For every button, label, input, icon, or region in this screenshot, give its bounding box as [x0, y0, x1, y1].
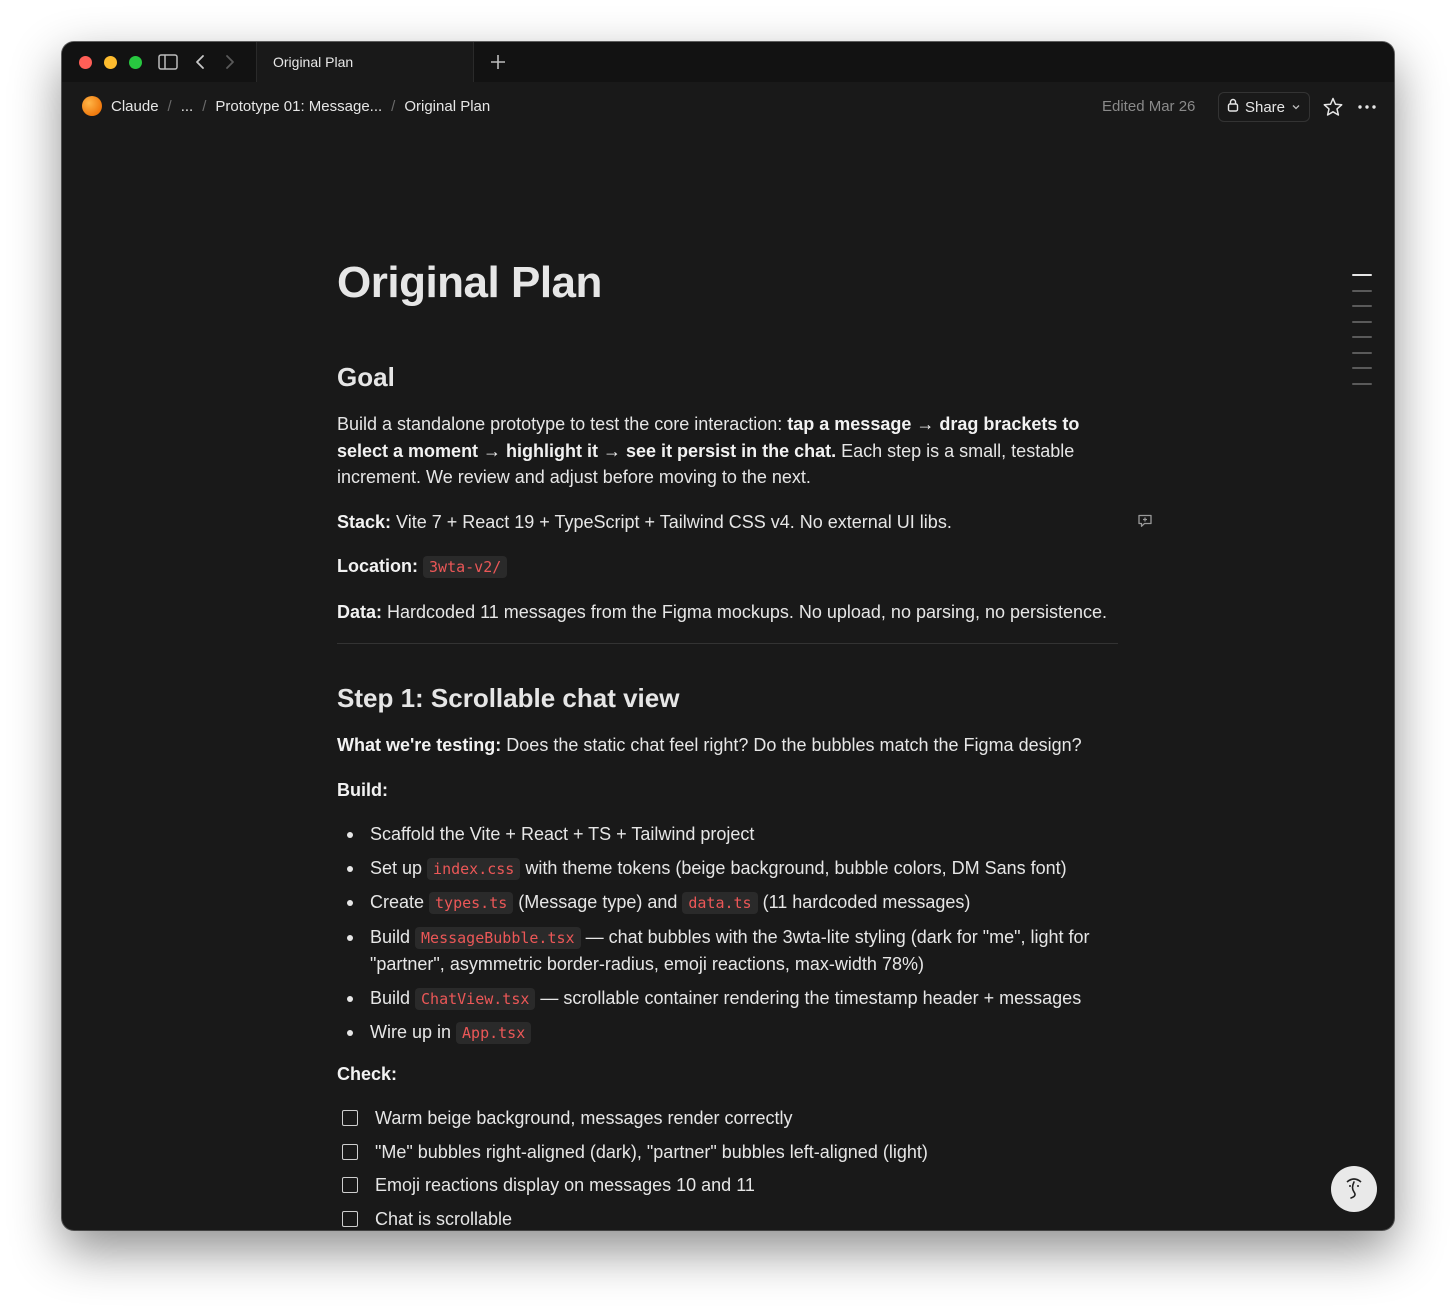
check-label[interactable]: Check:	[337, 1061, 1118, 1088]
list-item[interactable]: Scaffold the Vite + React + TS + Tailwin…	[347, 821, 1118, 848]
todo-text[interactable]: "Me" bubbles right-aligned (dark), "part…	[375, 1139, 928, 1166]
inline-code: index.css	[427, 857, 521, 880]
text-span: Create	[370, 892, 430, 912]
inline-code: ChatView.tsx	[415, 987, 536, 1010]
outline-marker[interactable]	[1352, 336, 1372, 338]
testing-text: Does the static chat feel right? Do the …	[501, 735, 1082, 755]
text-span: Build	[370, 926, 416, 947]
document-body[interactable]: Original Plan Goal Build a standalone pr…	[337, 257, 1118, 1230]
todo-text[interactable]: Emoji reactions display on messages 10 a…	[375, 1172, 755, 1199]
list-item[interactable]: Create types.ts (Message type) and data.…	[347, 889, 1118, 917]
assistant-face-icon	[1339, 1172, 1369, 1207]
todo-checkbox[interactable]	[342, 1177, 358, 1194]
breadcrumb-current[interactable]: Original Plan	[404, 98, 490, 115]
tab-original-plan[interactable]: Original Plan	[256, 42, 474, 82]
text-span: Build a standalone prototype to test the…	[337, 414, 788, 434]
todo-item: Emoji reactions display on messages 10 a…	[337, 1172, 1118, 1199]
share-label: Share	[1244, 98, 1286, 116]
outline-marker[interactable]	[1352, 382, 1372, 385]
inline-code: types.ts	[429, 892, 514, 914]
build-label[interactable]: Build:	[337, 777, 1118, 804]
todo-text[interactable]: Chat is scrollable	[375, 1206, 512, 1231]
close-window-button[interactable]	[79, 56, 92, 69]
data-paragraph[interactable]: Data: Hardcoded 11 messages from the Fig…	[337, 599, 1118, 626]
breadcrumb-separator: /	[167, 97, 172, 115]
text-span: Wire up in	[370, 1022, 457, 1042]
text-span: (Message type) and	[513, 892, 683, 912]
outline-marker[interactable]	[1352, 367, 1372, 369]
sidebar-toggle-icon[interactable]	[157, 52, 179, 72]
location-paragraph[interactable]: Location: 3wta-v2/	[337, 553, 1118, 581]
stack-label: Stack:	[337, 511, 392, 532]
list-item[interactable]: Build MessageBubble.tsx — chat bubbles w…	[347, 924, 1118, 978]
heading-goal[interactable]: Goal	[337, 361, 1118, 393]
tab-bar: Original Plan	[62, 42, 1394, 82]
stack-text: Vite 7 + React 19 + TypeScript + Tailwin…	[391, 511, 952, 532]
breadcrumb: Claude / ... / Prototype 01: Message... …	[82, 96, 490, 116]
data-text: Hardcoded 11 messages from the Figma moc…	[382, 601, 1108, 622]
text-span: — scrollable container rendering the tim…	[535, 987, 1082, 1008]
location-label: Location:	[337, 556, 418, 576]
text-span: Scaffold the Vite + React + TS + Tailwin…	[370, 824, 755, 844]
back-arrow-icon[interactable]	[190, 52, 210, 72]
help-assistant-button[interactable]	[1331, 1166, 1377, 1212]
text-span: (11 hardcoded messages)	[757, 892, 971, 912]
list-item[interactable]: Wire up in App.tsx	[347, 1019, 1118, 1047]
list-item[interactable]: Set up index.css with theme tokens (beig…	[347, 855, 1118, 883]
share-button[interactable]: Share	[1218, 92, 1310, 122]
inline-code: 3wta-v2/	[423, 556, 508, 578]
outline-marker[interactable]	[1352, 320, 1372, 323]
outline-marker[interactable]	[1352, 351, 1372, 354]
goal-paragraph[interactable]: Build a standalone prototype to test the…	[337, 411, 1118, 491]
inline-code: MessageBubble.tsx	[415, 926, 581, 949]
todo-text[interactable]: Warm beige background, messages render c…	[375, 1105, 793, 1132]
check-label-text: Check:	[337, 1063, 398, 1084]
forward-arrow-icon[interactable]	[220, 52, 240, 72]
breadcrumb-parent[interactable]: Prototype 01: Message...	[215, 98, 382, 115]
inline-code: App.tsx	[456, 1022, 532, 1044]
build-label-text: Build:	[337, 779, 388, 800]
outline-marker[interactable]	[1352, 305, 1372, 307]
comment-icon[interactable]	[1137, 513, 1153, 529]
workspace-icon	[82, 96, 102, 116]
text-span: Build	[370, 987, 416, 1008]
heading-step-1[interactable]: Step 1: Scrollable chat view	[337, 682, 1118, 714]
testing-paragraph[interactable]: What we're testing: Does the static chat…	[337, 732, 1118, 759]
todo-item: Warm beige background, messages render c…	[337, 1105, 1118, 1132]
top-bar: Claude / ... / Prototype 01: Message... …	[62, 82, 1394, 130]
todo-checkbox[interactable]	[342, 1143, 358, 1160]
todo-item: "Me" bubbles right-aligned (dark), "part…	[337, 1139, 1118, 1166]
outline-marker[interactable]	[1352, 274, 1372, 276]
maximize-window-button[interactable]	[129, 56, 142, 69]
page-title[interactable]: Original Plan	[337, 257, 1118, 309]
breadcrumb-separator: /	[391, 97, 396, 115]
edited-timestamp[interactable]: Edited Mar 26	[1102, 98, 1195, 115]
todo-item: Chat is scrollable	[337, 1206, 1118, 1231]
tab-label: Original Plan	[273, 54, 354, 70]
breadcrumb-workspace[interactable]: Claude	[111, 98, 159, 115]
todo-checkbox[interactable]	[342, 1110, 358, 1127]
minimize-window-button[interactable]	[104, 56, 117, 69]
lock-icon	[1227, 98, 1239, 116]
breadcrumb-ellipsis[interactable]: ...	[181, 98, 194, 115]
star-icon[interactable]	[1322, 96, 1344, 118]
breadcrumb-separator: /	[202, 97, 207, 115]
chevron-down-icon	[1291, 99, 1301, 116]
list-item[interactable]: Build ChatView.tsx — scrollable containe…	[347, 985, 1118, 1013]
todo-checkbox[interactable]	[342, 1210, 358, 1227]
build-list: Scaffold the Vite + React + TS + Tailwin…	[337, 821, 1118, 1047]
text-span: Set up	[370, 857, 428, 878]
outline-rail[interactable]	[1352, 274, 1372, 398]
outline-marker[interactable]	[1352, 289, 1372, 292]
testing-label: What we're testing:	[337, 735, 502, 755]
data-label: Data:	[337, 601, 383, 622]
plus-icon[interactable]	[488, 52, 508, 72]
stack-paragraph[interactable]: Stack: Vite 7 + React 19 + TypeScript + …	[337, 509, 1118, 536]
more-options-icon[interactable]	[1356, 96, 1378, 118]
text-span: with theme tokens (beige background, bub…	[520, 857, 1067, 878]
inline-code: data.ts	[682, 892, 758, 914]
divider	[337, 643, 1118, 644]
app-window: Original Plan Claude / ... / Prototype 0…	[62, 42, 1394, 1230]
